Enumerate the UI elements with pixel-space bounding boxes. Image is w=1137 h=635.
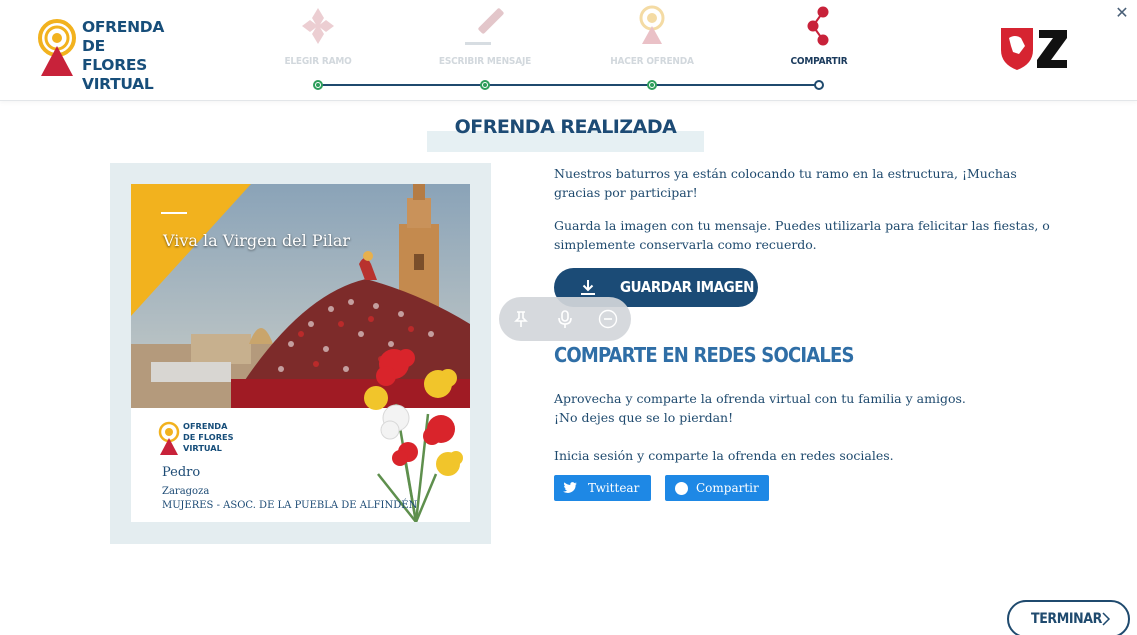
pin-icon[interactable] bbox=[511, 309, 531, 329]
zaragoza-shield-icon bbox=[1001, 28, 1067, 70]
microphone-icon[interactable] bbox=[555, 309, 575, 329]
save-instructions: Guarda la imagen con tu mensaje. Puedes … bbox=[554, 218, 1050, 252]
close-button[interactable]: ✕ bbox=[1115, 4, 1129, 22]
card-brand-logo: OFRENDA DE FLORES VIRTUAL bbox=[158, 421, 238, 457]
social-section-title: COMPARTE EN REDES SOCIALES bbox=[554, 343, 854, 367]
progress-steps: ELEGIR RAMO ESCRIBIR MENSAJE HACER OFREN… bbox=[0, 0, 1137, 101]
step-elegir-ramo[interactable]: ELEGIR RAMO bbox=[258, 4, 378, 74]
offering-icon bbox=[639, 5, 665, 44]
carnation-bouquet bbox=[364, 349, 463, 522]
progress-track bbox=[318, 84, 819, 86]
card-sender-group: MUJERES - ASOC. DE LA PUEBLA DE ALFINDÉN bbox=[162, 500, 418, 511]
step-label: COMPARTIR bbox=[790, 56, 848, 67]
facebook-share-label: Compartir bbox=[696, 481, 759, 495]
facebook-icon bbox=[675, 482, 688, 495]
bouquet-pattern-icon bbox=[302, 8, 334, 44]
twitter-share-label: Twittear bbox=[588, 481, 640, 495]
share-icon bbox=[807, 6, 829, 46]
facebook-share-button[interactable]: Compartir bbox=[665, 475, 769, 501]
offering-card: Viva la Virgen del Pilar OFRENDA DE FLOR… bbox=[131, 184, 470, 522]
step-dot-3 bbox=[647, 80, 657, 90]
twitter-share-button[interactable]: Twittear bbox=[554, 475, 651, 501]
share-text: Aprovecha y comparte la ofrenda virtual … bbox=[554, 389, 1074, 427]
step-dot-2 bbox=[480, 80, 490, 90]
step-label: HACER OFRENDA bbox=[610, 56, 694, 67]
step-label: ESCRIBIR MENSAJE bbox=[438, 56, 532, 67]
offering-logo-icon bbox=[158, 421, 180, 455]
thanks-text: Nuestros baturros ya están colocando tu … bbox=[554, 166, 1017, 200]
step-dot-4 bbox=[814, 80, 824, 90]
step-label: ELEGIR RAMO bbox=[284, 56, 352, 67]
step-hacer-ofrenda[interactable]: HACER OFRENDA bbox=[592, 4, 712, 74]
minus-circle-icon[interactable] bbox=[598, 309, 618, 329]
card-message: Viva la Virgen del Pilar bbox=[163, 231, 351, 250]
share-text-line-1: Aprovecha y comparte la ofrenda virtual … bbox=[554, 391, 966, 406]
share-text-line-2: ¡No dejes que se lo pierdan! bbox=[554, 410, 734, 425]
finish-label: TERMINAR bbox=[1031, 611, 1102, 627]
card-sender-name: Pedro bbox=[162, 465, 201, 480]
card-brand-line-3: VIRTUAL bbox=[183, 443, 222, 453]
close-icon: ✕ bbox=[1115, 3, 1129, 22]
login-text: Inicia sesión y comparte la ofrenda en r… bbox=[554, 448, 894, 463]
twitter-icon bbox=[563, 482, 577, 494]
step-escribir-mensaje[interactable]: ESCRIBIR MENSAJE bbox=[425, 4, 545, 74]
chevron-right-icon bbox=[1102, 612, 1111, 626]
top-header: OFRENDA DE FLORES VIRTUAL ELEGIR RAMO ES… bbox=[0, 0, 1137, 101]
zaragoza-logo: Z bbox=[999, 24, 1071, 72]
save-image-label: GUARDAR IMAGEN bbox=[620, 278, 755, 296]
download-icon bbox=[581, 280, 595, 295]
card-brand-line-1: OFRENDA bbox=[183, 421, 228, 431]
floating-recorder-toolbar bbox=[499, 297, 631, 341]
step-compartir[interactable]: COMPARTIR bbox=[759, 4, 879, 74]
page-title: OFRENDA REALIZADA bbox=[454, 116, 677, 138]
card-sender-city: Zaragoza bbox=[162, 486, 210, 497]
card-brand-name: OFRENDA DE FLORES VIRTUAL bbox=[183, 421, 234, 454]
pencil-icon bbox=[465, 8, 504, 45]
finish-button[interactable]: TERMINAR bbox=[1007, 600, 1130, 635]
step-dot-1 bbox=[313, 80, 323, 90]
card-brand-line-2: DE FLORES bbox=[183, 432, 234, 442]
